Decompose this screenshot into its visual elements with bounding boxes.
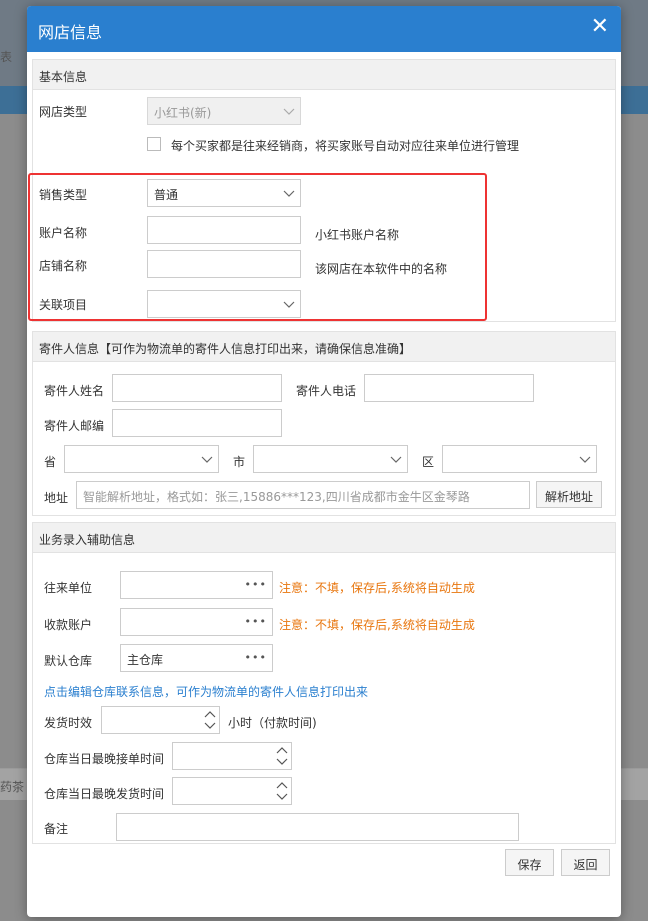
district-label: 区 <box>422 455 435 469</box>
edit-warehouse-link[interactable]: 点击编辑仓库联系信息，可作为物流单的寄件人信息打印出来 <box>44 683 368 700</box>
sender-info-panel: 寄件人信息【可作为物流单的寄件人信息打印出来，请确保信息准确】 寄件人姓名 寄件… <box>32 331 616 516</box>
sender-phone-input[interactable] <box>364 374 534 402</box>
chevron-down-icon <box>390 456 402 463</box>
shop-info-dialog: 网店信息 ✕ 基本信息 网店类型 小红书(新) 每个买家都是往来经销商，将买家账… <box>27 6 621 917</box>
partner-note: 注意：不填，保存后,系统将自动生成 <box>279 581 475 595</box>
city-select[interactable] <box>253 445 408 473</box>
sender-phone-label: 寄件人电话 <box>296 384 357 398</box>
stepper-icon[interactable] <box>275 779 289 803</box>
more-icon[interactable]: ••• <box>245 651 267 664</box>
city-label: 市 <box>233 455 246 469</box>
basic-info-header: 基本信息 <box>33 60 615 90</box>
remark-input[interactable] <box>116 813 519 841</box>
auto-partner-checkbox-label: 每个买家都是往来经销商，将买家账号自动对应往来单位进行管理 <box>171 139 520 153</box>
business-info-header: 业务录入辅助信息 <box>33 523 615 553</box>
warehouse-input[interactable]: 主仓库 ••• <box>120 644 273 672</box>
ship-time-unit: 小时（付款时间) <box>228 716 317 730</box>
latest-order-time-label: 仓库当日最晚接单时间 <box>44 752 165 766</box>
receipt-account-label: 收款账户 <box>44 618 93 632</box>
chevron-down-icon <box>201 456 213 463</box>
remark-label: 备注 <box>44 822 69 836</box>
back-button[interactable]: 返回 <box>561 849 610 876</box>
latest-order-time-input[interactable] <box>172 742 292 770</box>
sender-zip-label: 寄件人邮编 <box>44 419 105 433</box>
sender-name-input[interactable] <box>112 374 282 402</box>
warehouse-label: 默认仓库 <box>44 654 93 668</box>
latest-ship-time-input[interactable] <box>172 777 292 805</box>
background-text-fragment: 表 <box>0 50 13 64</box>
sender-name-label: 寄件人姓名 <box>44 384 105 398</box>
shop-type-label: 网店类型 <box>39 105 88 119</box>
address-input[interactable]: 智能解析地址，格式如：张三,15886***123,四川省成都市金牛区金琴路 <box>76 481 530 509</box>
province-label: 省 <box>44 455 57 469</box>
partner-input[interactable]: ••• <box>120 571 273 599</box>
warehouse-value: 主仓库 <box>127 653 164 667</box>
sender-info-header: 寄件人信息【可作为物流单的寄件人信息打印出来，请确保信息准确】 <box>33 332 615 362</box>
shop-type-select: 小红书(新) <box>147 97 301 125</box>
shop-type-value: 小红书(新) <box>154 106 212 120</box>
latest-ship-time-label: 仓库当日最晚发货时间 <box>44 787 165 801</box>
province-select[interactable] <box>64 445 219 473</box>
partner-label: 往来单位 <box>44 581 93 595</box>
ship-time-label: 发货时效 <box>44 716 93 730</box>
chevron-down-icon <box>579 456 591 463</box>
sender-zip-input[interactable] <box>112 409 282 437</box>
receipt-account-note: 注意：不填，保存后,系统将自动生成 <box>279 618 475 632</box>
parse-address-button[interactable]: 解析地址 <box>536 481 602 508</box>
chevron-down-icon <box>283 108 295 115</box>
dialog-title: 网店信息 <box>38 23 103 42</box>
background-text-fragment: 药茶 <box>0 780 25 794</box>
more-icon[interactable]: ••• <box>245 578 267 591</box>
business-info-panel: 业务录入辅助信息 往来单位 ••• 注意：不填，保存后,系统将自动生成 收款账户… <box>32 522 616 844</box>
district-select[interactable] <box>442 445 597 473</box>
save-button[interactable]: 保存 <box>505 849 554 876</box>
stepper-icon[interactable] <box>203 708 217 732</box>
more-icon[interactable]: ••• <box>245 615 267 628</box>
receipt-account-input[interactable]: ••• <box>120 608 273 636</box>
address-label: 地址 <box>44 491 69 505</box>
dialog-titlebar: 网店信息 ✕ <box>27 6 621 52</box>
stepper-icon[interactable] <box>275 744 289 768</box>
highlight-box <box>28 173 487 321</box>
close-icon[interactable]: ✕ <box>591 15 609 39</box>
ship-time-input[interactable] <box>101 706 220 734</box>
auto-partner-checkbox[interactable] <box>147 137 161 151</box>
